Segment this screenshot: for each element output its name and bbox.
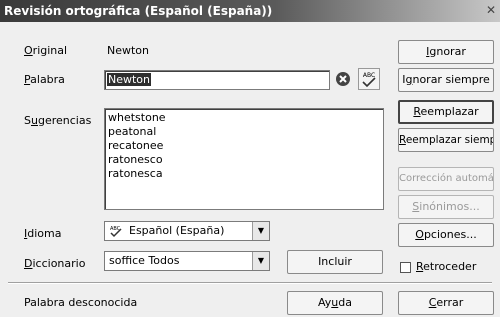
ayuda-button[interactable]: Ayuda xyxy=(287,291,383,315)
palabra-input[interactable]: Newton xyxy=(104,70,330,90)
window-title: Revisión ortográfica (Español (España)) xyxy=(4,4,273,18)
ignorar-siempre-button[interactable]: Ignorar siempre xyxy=(398,68,494,92)
separator xyxy=(8,282,492,284)
reemplazar-button[interactable]: Reemplazar xyxy=(398,100,494,124)
spellcheck-dialog: Revisión ortográfica (Español (España)) … xyxy=(0,0,500,317)
abc-check-icon[interactable]: ABC xyxy=(358,68,380,90)
cerrar-button[interactable]: Cerrar xyxy=(398,291,494,315)
opciones-button[interactable]: Opciones... xyxy=(398,223,494,247)
chevron-down-icon[interactable]: ▼ xyxy=(252,222,269,240)
suggestion-item[interactable]: recatonee xyxy=(108,139,163,152)
suggestion-item[interactable]: ratonesca xyxy=(108,167,163,180)
incluir-button[interactable]: Incluir xyxy=(287,250,383,274)
palabra-input-value: Newton xyxy=(107,73,152,86)
language-value: Español (España) xyxy=(129,224,225,237)
retroceder-checkbox[interactable] xyxy=(400,262,411,273)
svg-text:ABC: ABC xyxy=(363,72,375,79)
language-abc-icon: ABC xyxy=(109,224,125,238)
suggestion-item[interactable]: peatonal xyxy=(108,125,156,138)
dictionary-value: soffice Todos xyxy=(109,254,180,267)
palabra-label: Palabra xyxy=(24,73,65,86)
sinonimos-button[interactable]: Sinónimos... xyxy=(398,195,494,219)
retroceder-label[interactable]: Retroceder xyxy=(416,260,476,274)
idioma-label: Idioma xyxy=(24,227,62,240)
title-bar: Revisión ortográfica (Español (España)) … xyxy=(0,0,500,22)
diccionario-label: Diccionario xyxy=(24,257,86,270)
language-select[interactable]: ABC Español (España) ▼ xyxy=(104,221,270,241)
sugerencias-label: Sugerencias xyxy=(24,114,92,127)
clear-icon[interactable] xyxy=(335,71,351,87)
reemplazar-siempre-button[interactable]: Reemplazar siempre xyxy=(398,128,494,152)
original-label: Original xyxy=(24,44,68,57)
correccion-automatica-button[interactable]: Corrección automática xyxy=(398,167,494,191)
suggestions-list[interactable]: whetstone peatonal recatonee ratonesco r… xyxy=(104,108,384,210)
chevron-down-icon[interactable]: ▼ xyxy=(252,252,269,270)
dictionary-select[interactable]: soffice Todos ▼ xyxy=(104,251,270,271)
original-word: Newton xyxy=(107,44,150,57)
ignorar-button[interactable]: Ignorar xyxy=(398,40,494,64)
close-icon[interactable]: ✕ xyxy=(484,3,498,17)
status-text: Palabra desconocida xyxy=(24,296,138,309)
suggestion-item[interactable]: ratonesco xyxy=(108,153,163,166)
suggestion-item[interactable]: whetstone xyxy=(108,111,166,124)
